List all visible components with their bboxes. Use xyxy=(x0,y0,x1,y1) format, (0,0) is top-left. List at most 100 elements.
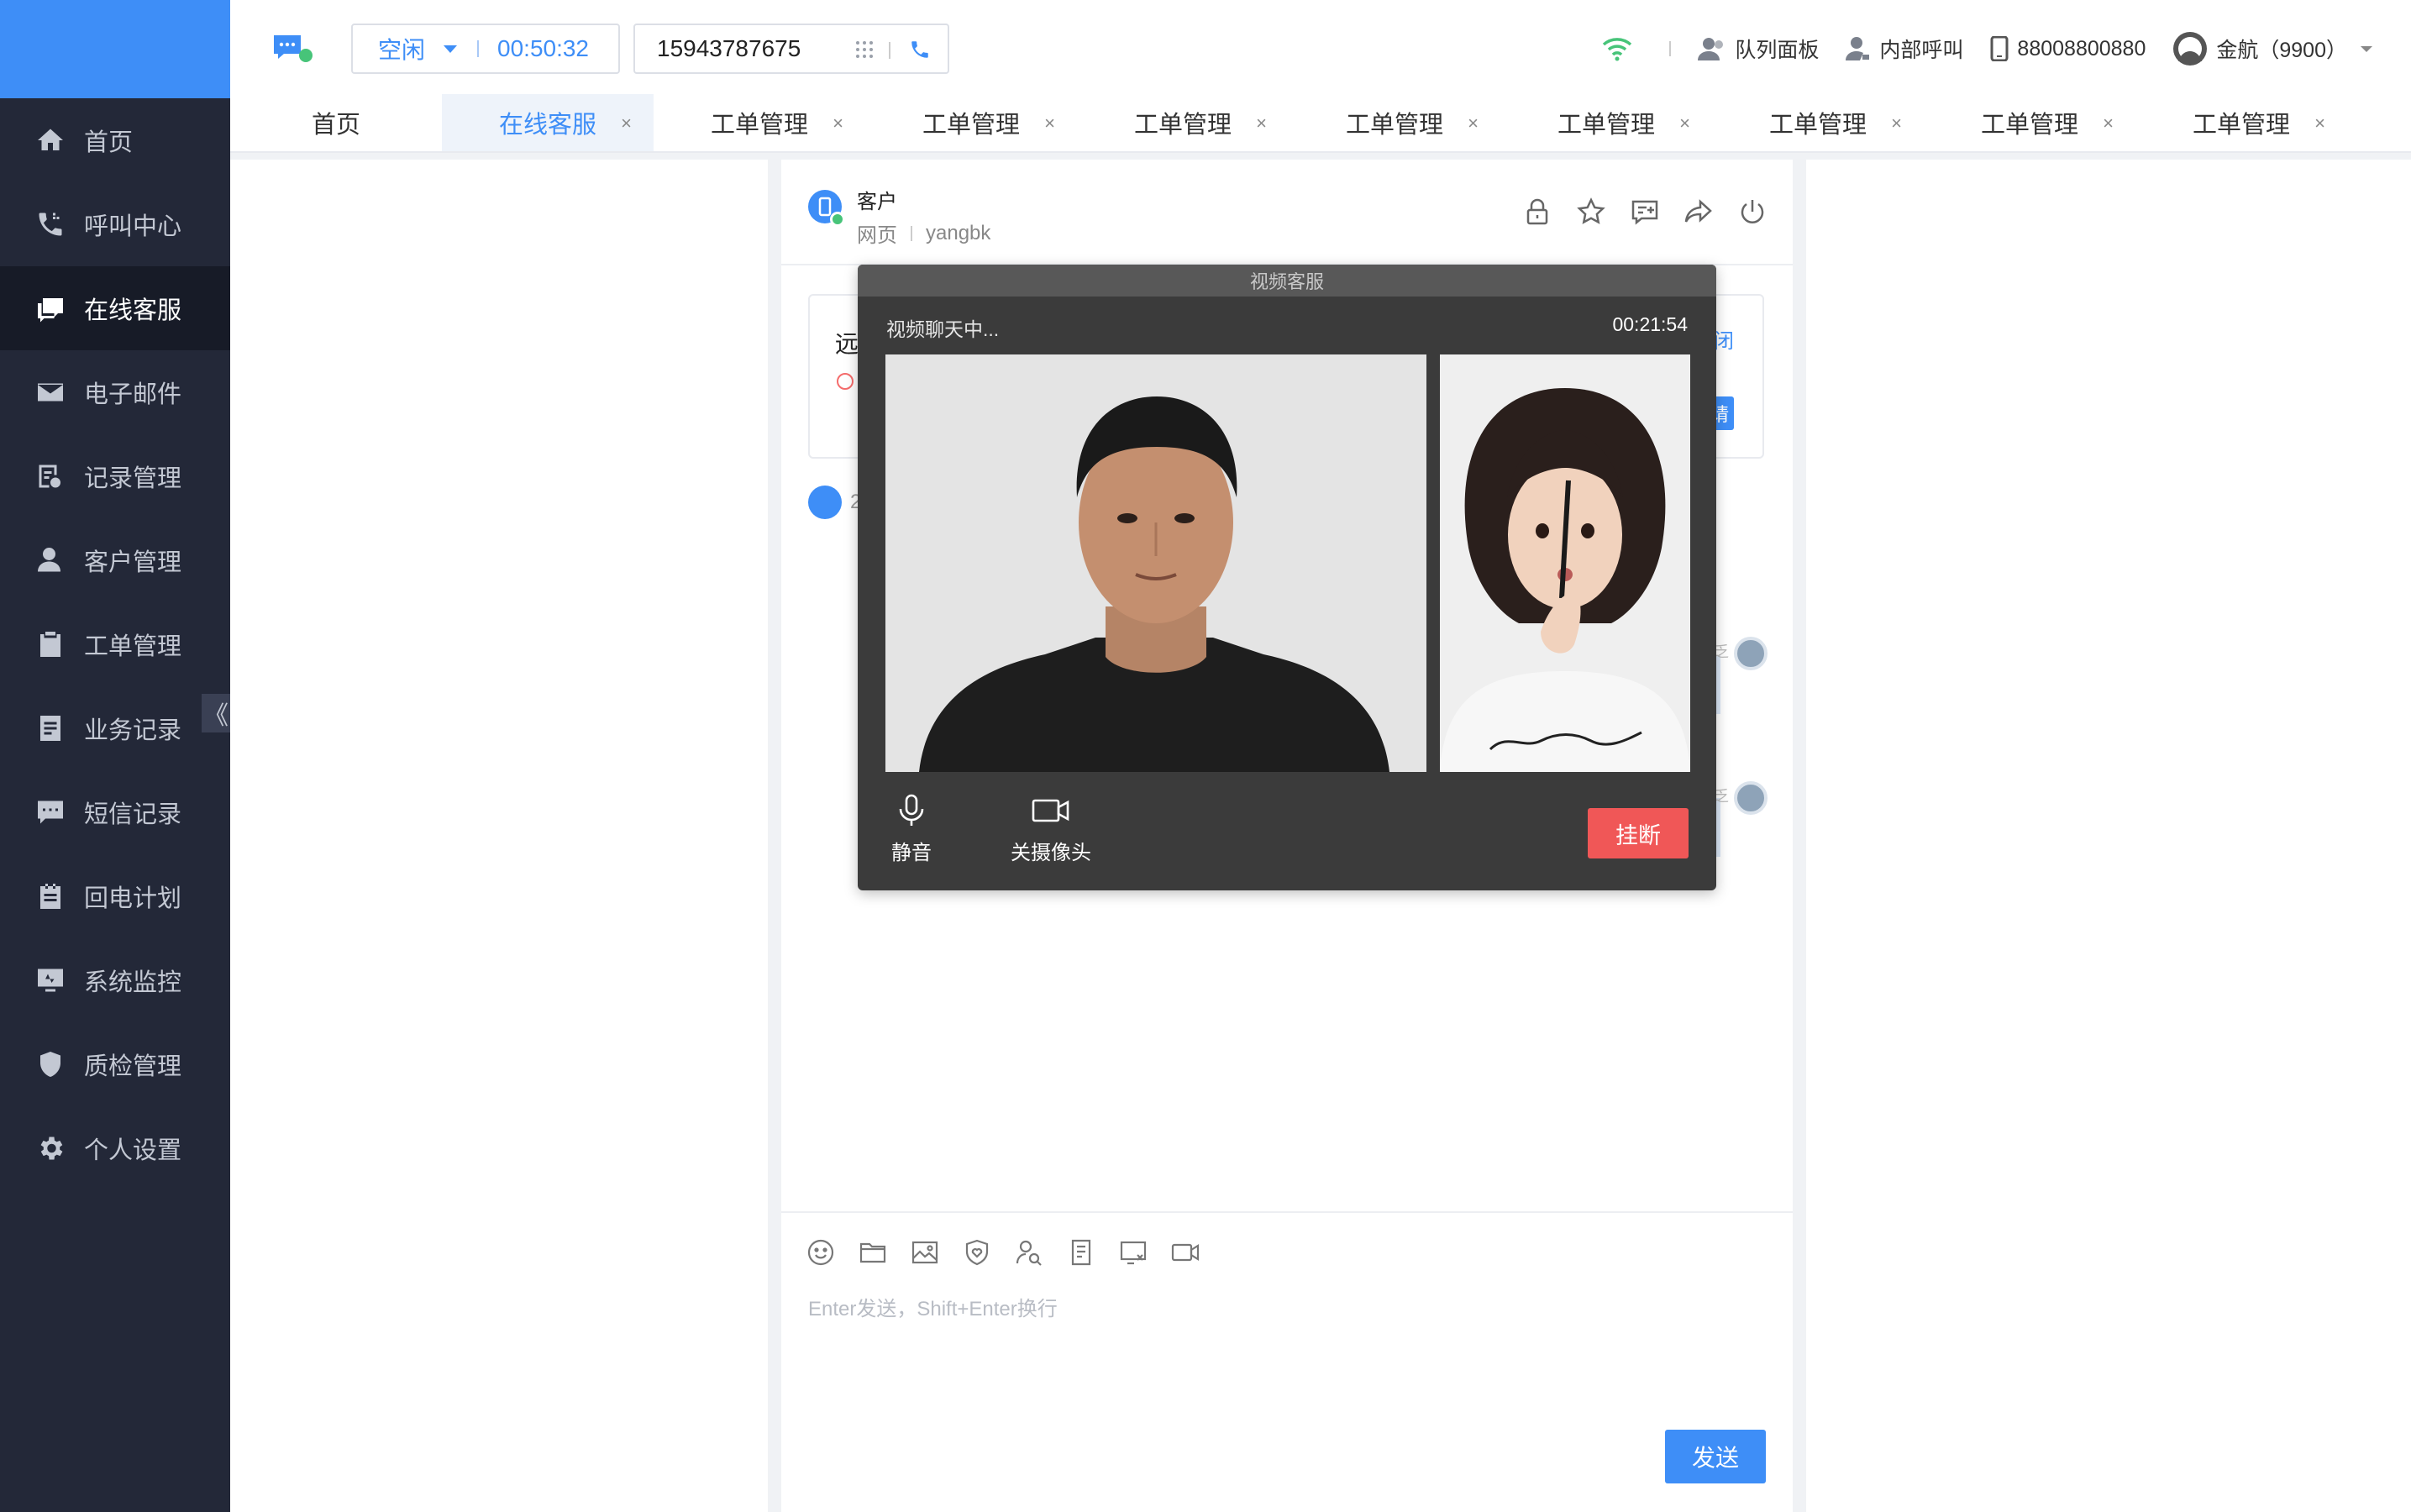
tab-tickets[interactable]: 工单管理 × xyxy=(1077,94,1289,151)
customer-info-panel xyxy=(1806,160,2411,1512)
tab-online-service[interactable]: 在线客服 × xyxy=(442,94,654,151)
dial-input[interactable]: 15943787675 xyxy=(633,24,949,74)
tab-label: 工单管理 xyxy=(2192,112,2290,139)
sidebar-item-label: 首页 xyxy=(84,129,134,156)
home-icon xyxy=(34,123,67,157)
image-icon[interactable] xyxy=(911,1238,939,1267)
close-icon[interactable]: × xyxy=(1256,113,1267,134)
local-participant-image xyxy=(1440,354,1690,772)
camera-off-button[interactable]: 关摄像头 xyxy=(1011,794,1091,865)
phone-number-value: 15943787675 xyxy=(657,35,801,61)
customer-avatar xyxy=(808,486,842,519)
remote-video-feed xyxy=(885,354,1426,772)
video-call-timer: 00:21:54 xyxy=(1612,313,1688,335)
star-icon[interactable] xyxy=(1576,197,1606,227)
tab-home[interactable]: 首页 xyxy=(230,94,442,151)
user-phone-icon xyxy=(1846,37,1870,60)
microphone-icon xyxy=(899,794,924,826)
tab-tickets[interactable]: 工单管理 × xyxy=(1712,94,1924,151)
customer-id: yangbk xyxy=(926,221,991,244)
shield-heart-icon[interactable] xyxy=(963,1238,991,1267)
tab-label: 工单管理 xyxy=(922,112,1020,139)
sidebar-item-home[interactable]: 首页 xyxy=(0,98,230,182)
customer-name: 客户 xyxy=(857,191,897,213)
queue-users-icon xyxy=(1698,38,1724,60)
mobile-phone-icon xyxy=(1990,36,2009,61)
keypad-icon[interactable] xyxy=(855,40,874,59)
close-icon[interactable]: × xyxy=(2103,113,2114,134)
sidebar-item-call-center[interactable]: 呼叫中心 xyxy=(0,182,230,266)
video-modal-title[interactable]: 视频客服 xyxy=(858,265,1716,297)
sidebar-item-business-records[interactable]: 业务记录 xyxy=(0,686,230,770)
queue-panel-button[interactable]: 队列面板 xyxy=(1698,34,1819,64)
tab-tickets[interactable]: 工单管理 × xyxy=(1289,94,1500,151)
composer-placeholder[interactable]: Enter发送，Shift+Enter换行 xyxy=(808,1292,1058,1321)
sidebar-item-settings[interactable]: 个人设置 xyxy=(0,1106,230,1190)
notice-close-link[interactable]: 闭 xyxy=(1714,324,1734,354)
user-menu[interactable]: 金航（9900） xyxy=(2172,31,2377,66)
wifi-signal-icon xyxy=(1603,38,1632,61)
sidebar-item-label: 系统监控 xyxy=(84,969,182,996)
hangup-button[interactable]: 挂断 xyxy=(1588,808,1689,858)
user-search-icon[interactable] xyxy=(1015,1238,1043,1267)
sidebar-item-sms[interactable]: 短信记录 xyxy=(0,770,230,854)
sidebar-item-tickets[interactable]: 工单管理 xyxy=(0,602,230,686)
mute-label: 静音 xyxy=(891,842,932,864)
close-icon[interactable]: × xyxy=(1679,113,1690,134)
tab-label: 工单管理 xyxy=(1345,112,1443,139)
sidebar-item-label: 业务记录 xyxy=(84,717,182,744)
agent-status-label: 空闲 xyxy=(378,37,426,63)
tab-tickets[interactable]: 工单管理 × xyxy=(1500,94,1712,151)
tab-label: 在线客服 xyxy=(498,112,596,139)
folder-icon[interactable] xyxy=(859,1238,887,1267)
screen-capture-icon[interactable] xyxy=(1119,1238,1148,1267)
internal-call-label: 内部呼叫 xyxy=(1879,39,1964,62)
sidebar-item-label: 质检管理 xyxy=(84,1053,182,1080)
local-video-feed xyxy=(1440,354,1690,772)
extension-number[interactable]: 88008800880 xyxy=(1990,36,2146,61)
emoji-icon[interactable] xyxy=(806,1238,835,1267)
send-button[interactable]: 发送 xyxy=(1665,1430,1766,1483)
tab-tickets[interactable]: 工单管理 × xyxy=(2135,94,2347,151)
tab-tickets[interactable]: 工单管理 × xyxy=(865,94,1077,151)
close-icon[interactable]: × xyxy=(833,113,843,134)
sidebar-item-quality[interactable]: 质检管理 xyxy=(0,1022,230,1106)
monitor-icon xyxy=(34,963,67,997)
tab-label: 工单管理 xyxy=(1557,112,1655,139)
video-call-status: 视频聊天中... xyxy=(886,318,1000,340)
sidebar-item-monitor[interactable]: 系统监控 xyxy=(0,938,230,1022)
internal-call-button[interactable]: 内部呼叫 xyxy=(1846,34,1963,64)
close-icon[interactable]: × xyxy=(1891,113,1902,134)
close-icon[interactable]: × xyxy=(1044,113,1055,134)
note-icon[interactable] xyxy=(1067,1238,1095,1267)
power-icon[interactable] xyxy=(1737,197,1768,227)
mute-button[interactable]: 静音 xyxy=(891,794,932,865)
chat-logo-icon xyxy=(274,35,313,62)
close-icon[interactable]: × xyxy=(2314,113,2325,134)
sidebar-item-online-service[interactable]: 在线客服 xyxy=(0,266,230,350)
phone-call-icon[interactable] xyxy=(909,39,931,60)
sidebar-item-email[interactable]: 电子邮件 xyxy=(0,350,230,434)
tab-tickets[interactable]: 工单管理 × xyxy=(1924,94,2135,151)
channel-label: 网页 xyxy=(857,224,897,247)
close-icon[interactable]: × xyxy=(621,113,632,134)
add-note-icon[interactable] xyxy=(1630,197,1660,227)
chevron-down-icon xyxy=(444,45,458,53)
sidebar-item-customers[interactable]: 客户管理 xyxy=(0,518,230,602)
sidebar-collapse-button[interactable]: 《 xyxy=(202,694,230,732)
share-icon[interactable] xyxy=(1683,197,1714,227)
lock-icon[interactable] xyxy=(1522,197,1552,227)
video-icon[interactable] xyxy=(1171,1238,1200,1267)
sidebar-item-records[interactable]: 记录管理 xyxy=(0,434,230,518)
tab-tickets[interactable]: 工单管理 × xyxy=(654,94,865,151)
video-call-modal: 视频客服 视频聊天中... 00:21:54 静音 关摄像头 挂断 xyxy=(858,265,1716,890)
close-icon[interactable]: × xyxy=(1468,113,1479,134)
sidebar-item-callback[interactable]: 回电计划 xyxy=(0,854,230,938)
agent-status-dropdown[interactable]: 空闲 00:50:32 xyxy=(351,24,620,74)
customer-source: 网页 yangbk xyxy=(857,218,990,248)
avatar-icon xyxy=(2173,32,2208,66)
agent-avatar xyxy=(1734,637,1768,670)
sms-icon xyxy=(34,795,67,829)
user-name-label: 金航（9900） xyxy=(2216,39,2347,62)
mobile-avatar-icon xyxy=(808,190,845,227)
